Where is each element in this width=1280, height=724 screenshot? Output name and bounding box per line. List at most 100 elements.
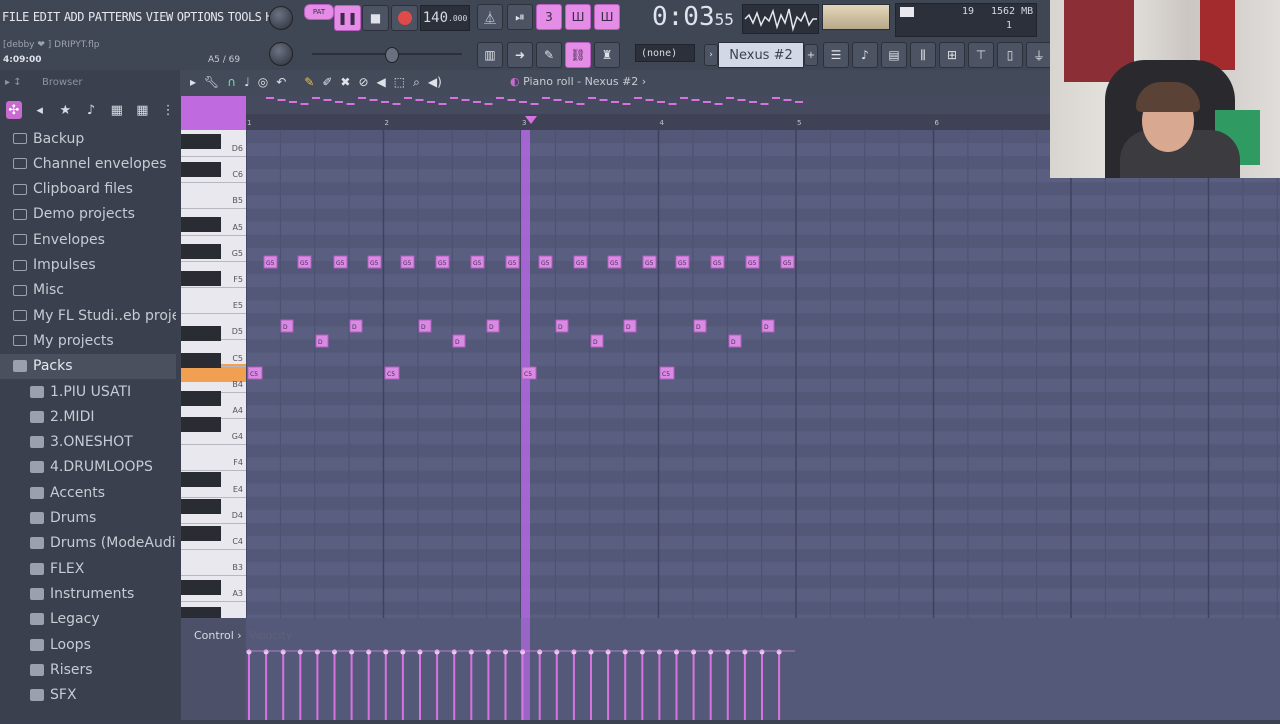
options-icon[interactable]: ⋮ bbox=[160, 101, 176, 119]
master-pitch-knob[interactable] bbox=[269, 42, 293, 66]
mixer-button[interactable]: ⫼ bbox=[910, 42, 936, 68]
wrench-icon[interactable]: 🔧︎ bbox=[204, 75, 219, 90]
pack-alt-icon[interactable]: ▦ bbox=[135, 101, 151, 119]
piano-black-key[interactable] bbox=[181, 417, 221, 432]
browser-item[interactable]: Legacy bbox=[0, 607, 176, 632]
magnet-icon[interactable]: ∩ bbox=[227, 75, 236, 90]
undo-icon[interactable]: ↶ bbox=[276, 75, 286, 90]
pencil-tool-icon[interactable]: ✎ bbox=[304, 75, 314, 90]
event-editor[interactable] bbox=[181, 618, 1280, 720]
channel-rack-button[interactable]: ▤ bbox=[881, 42, 907, 68]
tempo-display[interactable]: 140.000 bbox=[420, 5, 470, 31]
browser-item[interactable]: My projects bbox=[0, 328, 176, 353]
browser-tree-button[interactable]: ⊤ bbox=[968, 42, 994, 68]
browser-item[interactable]: Loops bbox=[0, 632, 176, 657]
menu-view[interactable]: VIEW bbox=[144, 4, 175, 30]
menu-add[interactable]: ADD bbox=[62, 4, 86, 30]
all-files-icon[interactable]: ✣ bbox=[6, 101, 22, 119]
delete-tool-icon[interactable]: ✖ bbox=[340, 75, 350, 90]
note-tool-icon[interactable]: ♩ bbox=[244, 75, 250, 90]
channel-add-button[interactable]: + bbox=[804, 44, 818, 66]
slip-tool-icon[interactable]: ◀ bbox=[377, 75, 386, 90]
loop-record-button[interactable]: Ш bbox=[594, 4, 620, 30]
browser-item[interactable]: Envelopes bbox=[0, 227, 176, 252]
pattern-selector[interactable]: (none) bbox=[635, 44, 695, 62]
piano-black-key[interactable] bbox=[181, 134, 221, 149]
master-slider-handle[interactable] bbox=[385, 47, 399, 63]
menu-options[interactable]: OPTIONS bbox=[175, 4, 226, 30]
piano-black-key[interactable] bbox=[181, 391, 221, 406]
browser-item[interactable]: Clipboard files bbox=[0, 177, 176, 202]
plugin-manager-button[interactable]: ⏚ bbox=[1026, 42, 1052, 68]
browser-item[interactable]: 3.ONESHOT bbox=[0, 430, 176, 455]
piano-black-key[interactable] bbox=[181, 326, 221, 341]
countdown-button[interactable]: 3 bbox=[536, 4, 562, 30]
piano-keyboard[interactable]: D6 C6 B5 A5 G5 F5 E5 D5 C5 B4 A4 G4 F4 E4 D4 C4 B3 A3 bbox=[181, 130, 246, 618]
browser-item[interactable]: Drums bbox=[0, 506, 176, 531]
typing-keyboard-button[interactable]: ♜ bbox=[594, 42, 620, 68]
menu-edit[interactable]: EDIT bbox=[31, 4, 62, 30]
piano-black-key[interactable] bbox=[181, 499, 221, 514]
pat-song-toggle[interactable]: PAT bbox=[304, 4, 334, 20]
browser-item[interactable]: Demo projects bbox=[0, 202, 176, 227]
browser-item[interactable]: Packs bbox=[0, 353, 176, 379]
menu-arrow-icon[interactable]: ▸ bbox=[190, 75, 196, 90]
speaker-icon[interactable]: ◀) bbox=[428, 75, 442, 90]
browser-item[interactable]: Channel envelopes bbox=[0, 151, 176, 176]
browser-item[interactable]: My FL Studi..eb projects bbox=[0, 303, 176, 328]
browser-item[interactable]: 4.DRUMLOOPS bbox=[0, 455, 176, 480]
piano-black-key[interactable] bbox=[181, 353, 221, 368]
piano-roll-window-button[interactable]: ♪ bbox=[852, 42, 878, 68]
record-button[interactable] bbox=[391, 5, 418, 31]
arrow-button[interactable]: ➜ bbox=[507, 42, 533, 68]
piano-black-key[interactable] bbox=[181, 472, 221, 487]
link-button[interactable]: ⛓ bbox=[565, 42, 591, 68]
master-volume-knob[interactable] bbox=[269, 6, 293, 30]
target-icon[interactable]: ◎ bbox=[258, 75, 268, 90]
mute-tool-icon[interactable]: ⊘ bbox=[358, 75, 368, 90]
browser-item[interactable]: Drums (ModeAudio) bbox=[0, 531, 176, 556]
browser-item[interactable]: SFX bbox=[0, 683, 176, 708]
star-icon[interactable]: ★ bbox=[57, 101, 73, 119]
playlist-button[interactable]: ☰ bbox=[823, 42, 849, 68]
browser-item[interactable]: 2.MIDI bbox=[0, 404, 176, 429]
piano-black-key[interactable] bbox=[181, 607, 221, 618]
pen-button[interactable]: ✎ bbox=[536, 42, 562, 68]
menu-patterns[interactable]: PATTERNS bbox=[86, 4, 144, 30]
wait-input-button[interactable]: ⏯ bbox=[507, 4, 533, 30]
project-info-button[interactable]: ▯ bbox=[997, 42, 1023, 68]
menu-tools[interactable]: TOOLS bbox=[226, 4, 264, 30]
browser-item[interactable]: FLEX bbox=[0, 556, 176, 581]
back-icon[interactable]: ◂ bbox=[32, 101, 48, 119]
menu-file[interactable]: FILE bbox=[0, 4, 31, 30]
metronome-button[interactable]: ⏅ bbox=[477, 4, 503, 30]
piano-black-key[interactable] bbox=[181, 217, 221, 232]
browser-item[interactable]: Misc bbox=[0, 278, 176, 303]
song-time-display[interactable]: 0:0355 bbox=[652, 2, 734, 34]
piano-black-key[interactable] bbox=[181, 162, 221, 177]
browser-item[interactable]: Impulses bbox=[0, 253, 176, 278]
channel-prev-button[interactable]: › bbox=[704, 44, 718, 66]
zoom-tool-icon[interactable]: ⌕ bbox=[413, 75, 420, 90]
browser-item[interactable]: Instruments bbox=[0, 581, 176, 606]
piano-black-key[interactable] bbox=[181, 244, 221, 259]
browser-item[interactable]: Backup bbox=[0, 126, 176, 151]
brush-tool-icon[interactable]: ✐ bbox=[322, 75, 332, 90]
select-tool-icon[interactable]: ⬚ bbox=[394, 75, 405, 90]
stop-button[interactable]: ■ bbox=[362, 5, 389, 31]
piano-black-key[interactable] bbox=[181, 526, 221, 541]
browser-item[interactable]: Accents bbox=[0, 480, 176, 505]
browser-item[interactable]: Risers bbox=[0, 657, 176, 682]
control-selector[interactable]: Control › Velocity bbox=[194, 629, 292, 642]
piano-roll-button[interactable]: ▥ bbox=[477, 42, 503, 68]
plugin-picker-button[interactable]: ⊞ bbox=[939, 42, 965, 68]
piano-black-key[interactable] bbox=[181, 580, 221, 595]
piano-roll-corner-preview[interactable] bbox=[181, 96, 246, 130]
note-grid[interactable]: G5 G5 G5 G5 G5 G5 G5 G5 G5 G5 G5 G5 G5 G5 G5 G5 D D D D D D D D… bbox=[246, 130, 1280, 618]
step-edit-button[interactable]: Ш bbox=[565, 4, 591, 30]
note-icon[interactable]: ♪ bbox=[83, 101, 99, 119]
browser-item[interactable]: 1.PIU USATI bbox=[0, 379, 176, 404]
channel-selector[interactable]: Nexus #2 bbox=[718, 42, 804, 68]
piano-black-key[interactable] bbox=[181, 271, 221, 286]
pack-icon[interactable]: ▦ bbox=[109, 101, 125, 119]
